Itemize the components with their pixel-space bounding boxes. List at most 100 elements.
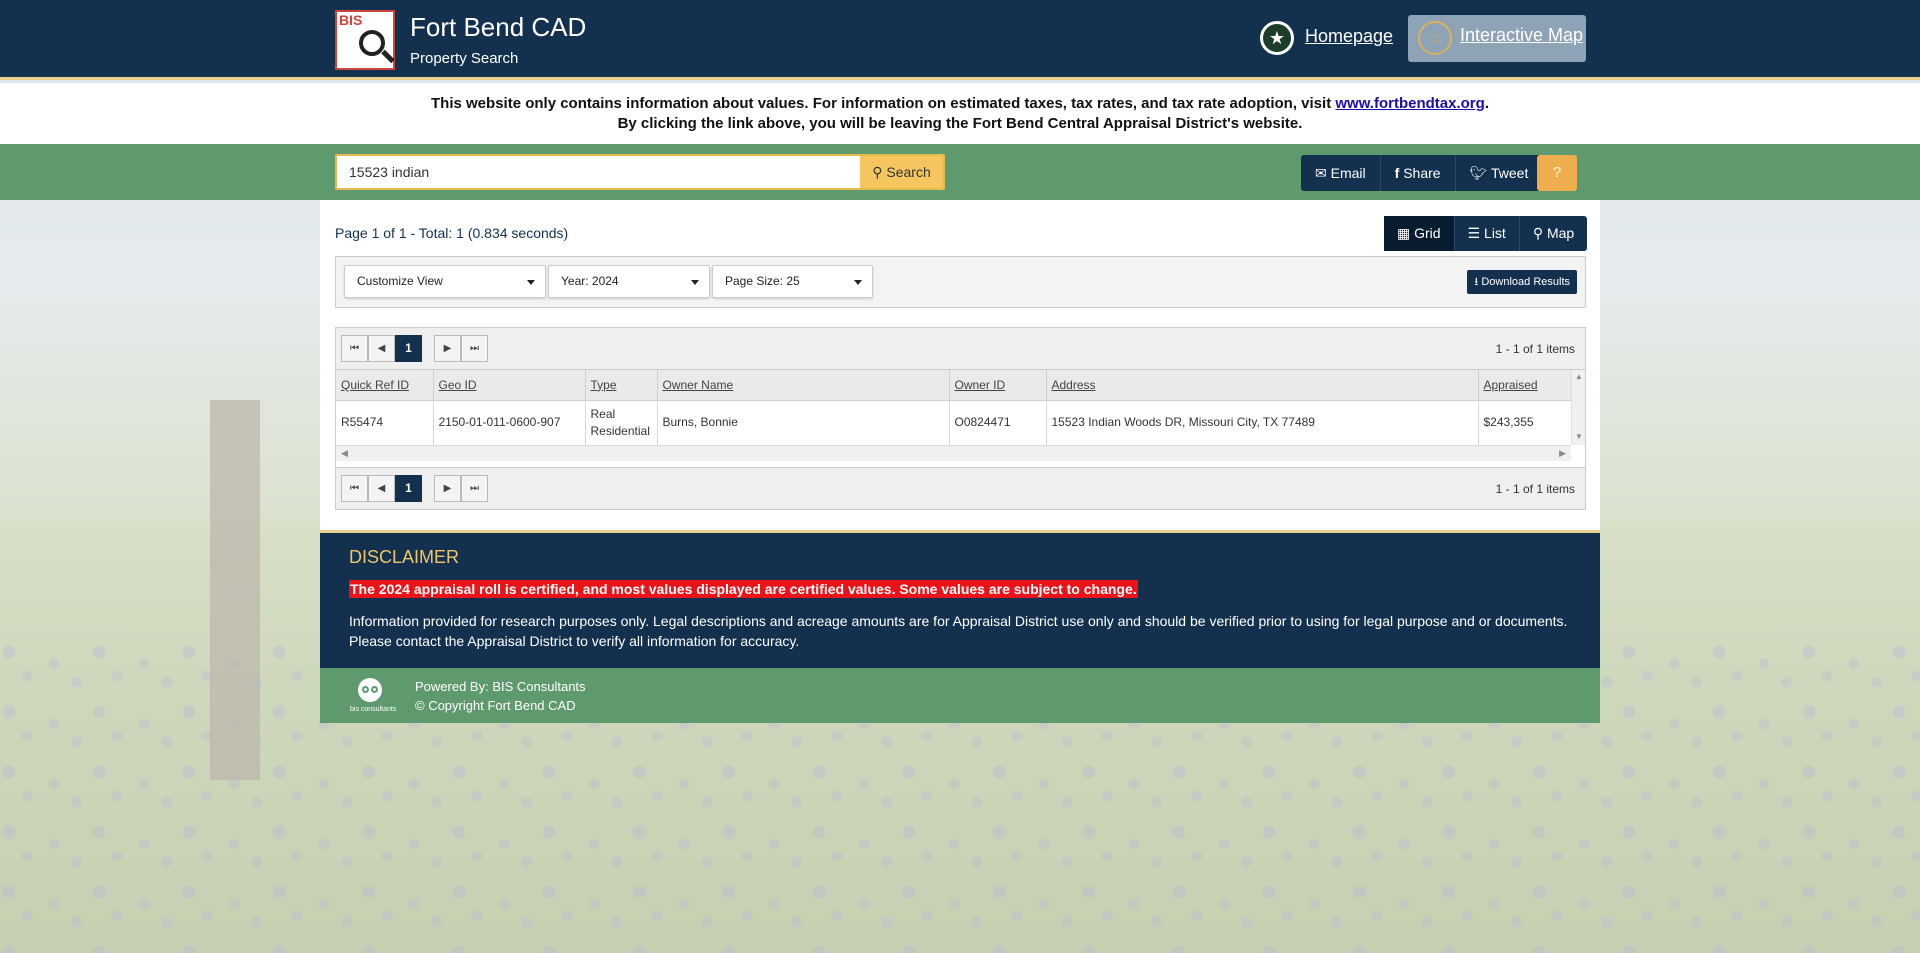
cell-type-line1: Real xyxy=(590,406,616,421)
customize-view-label: Customize View xyxy=(357,274,443,288)
customize-view-dropdown[interactable]: Customize View xyxy=(344,265,546,298)
scroll-left-icon[interactable]: ◀ xyxy=(341,448,348,459)
results-table: Quick Ref ID Geo ID Type Owner Name Owne… xyxy=(336,370,1573,445)
first-page-icon[interactable]: ⏮ xyxy=(341,475,368,502)
col-type[interactable]: Type xyxy=(585,370,658,401)
search-button[interactable]: ⚲ Search xyxy=(860,154,945,190)
col-address[interactable]: Address xyxy=(1046,370,1479,401)
results-panel: Page 1 of 1 - Total: 1 (0.834 seconds) ▦… xyxy=(320,200,1600,530)
pager-items-info: 1 - 1 of 1 items xyxy=(1495,482,1575,496)
caret-down-icon xyxy=(691,280,699,285)
cell-owner-id: O0824471 xyxy=(949,400,1047,445)
pager-bottom: ⏮ ◀ 1 ▶ ⏭ 1 - 1 of 1 items xyxy=(336,467,1585,509)
site-footer: bis consultants Powered By: BIS Consulta… xyxy=(320,668,1600,723)
vertical-scrollbar[interactable]: ▲ ▼ xyxy=(1571,370,1585,445)
tax-notice: This website only contains information a… xyxy=(0,83,1920,144)
last-page-icon[interactable]: ⏭ xyxy=(461,475,488,502)
map-view-button[interactable]: ⚲ Map xyxy=(1520,216,1587,251)
col-owner-name[interactable]: Owner Name xyxy=(657,370,950,401)
share-label: Share xyxy=(1403,165,1441,181)
cell-appraised: $243,355 xyxy=(1478,400,1573,445)
list-view-button[interactable]: ☰ List xyxy=(1455,216,1520,251)
grid-icon: ▦ xyxy=(1397,225,1411,241)
last-page-icon[interactable]: ⏭ xyxy=(461,335,488,362)
cell-address: 15523 Indian Woods DR, Missouri City, TX… xyxy=(1046,400,1479,445)
bis-consultants-logo[interactable]: bis consultants xyxy=(350,676,396,716)
year-label: Year: 2024 xyxy=(561,274,619,288)
col-quick-ref-id[interactable]: Quick Ref ID xyxy=(336,370,434,401)
fortbendtax-link[interactable]: www.fortbendtax.org xyxy=(1335,95,1484,112)
owl-eye-left xyxy=(362,686,369,693)
search-bar: ⚲ Search ✉ Email f Share 🐦︎ Tweet ? xyxy=(0,144,1920,200)
notice-text: This website only contains information a… xyxy=(431,95,1336,112)
col-geo-id[interactable]: Geo ID xyxy=(433,370,586,401)
next-page-icon[interactable]: ▶ xyxy=(434,475,461,502)
interactive-map-button[interactable]: ⌂ Interactive Map xyxy=(1408,15,1586,62)
download-icon: ⭳ xyxy=(1474,276,1479,288)
cell-type: Real Residential xyxy=(585,400,658,445)
table-header-row: Quick Ref ID Geo ID Type Owner Name Owne… xyxy=(336,370,1573,401)
prev-page-icon[interactable]: ◀ xyxy=(368,475,395,502)
site-title: Fort Bend CAD xyxy=(410,12,587,42)
notice-line-2: By clicking the link above, you will be … xyxy=(617,115,1303,132)
results-table-area: Quick Ref ID Geo ID Type Owner Name Owne… xyxy=(336,370,1585,467)
search-button-label: Search xyxy=(886,164,931,180)
disclaimer-section: DISCLAIMER The 2024 appraisal roll is ce… xyxy=(320,530,1600,668)
star-seal-icon[interactable]: ★ xyxy=(1260,21,1294,55)
map-seal-icon: ⌂ xyxy=(1418,21,1452,55)
prev-page-icon[interactable]: ◀ xyxy=(368,335,395,362)
next-page-icon[interactable]: ▶ xyxy=(434,335,461,362)
col-appraised[interactable]: Appraised xyxy=(1478,370,1573,401)
cell-owner-name: Burns, Bonnie xyxy=(657,400,950,445)
page-size-label: Page Size: 25 xyxy=(725,274,800,288)
table-row[interactable]: R55474 2150-01-011-0600-907 Real Resident… xyxy=(336,400,1573,445)
disclaimer-title: DISCLAIMER xyxy=(349,547,460,567)
twitter-icon: 🐦︎ xyxy=(1469,165,1488,181)
page-1-button[interactable]: 1 xyxy=(395,335,422,362)
copyright: © Copyright Fort Bend CAD xyxy=(415,698,576,713)
envelope-icon: ✉ xyxy=(1315,165,1327,181)
page-1-button[interactable]: 1 xyxy=(395,475,422,502)
download-results-button[interactable]: ⭳ Download Results xyxy=(1467,270,1577,294)
email-button[interactable]: ✉ Email xyxy=(1301,155,1381,191)
email-label: Email xyxy=(1330,165,1366,181)
map-label: Map xyxy=(1546,225,1575,241)
caret-down-icon xyxy=(527,280,535,285)
pager-top: ⏮ ◀ 1 ▶ ⏭ 1 - 1 of 1 items xyxy=(336,328,1585,370)
powered-by: Powered By: BIS Consultants xyxy=(415,679,586,694)
help-button[interactable]: ? xyxy=(1537,155,1577,191)
first-page-icon[interactable]: ⏮ xyxy=(341,335,368,362)
scroll-down-icon[interactable]: ▼ xyxy=(1575,432,1583,441)
results-toolbar: Customize View Year: 2024 Page Size: 25 … xyxy=(335,256,1586,308)
list-label: List xyxy=(1484,225,1506,241)
search-icon: ⚲ xyxy=(872,164,883,180)
map-marker-icon: ⚲ xyxy=(1532,225,1544,241)
disclaimer-text: Information provided for research purpos… xyxy=(349,613,1568,649)
scroll-right-icon[interactable]: ▶ xyxy=(1559,448,1566,459)
search-input[interactable] xyxy=(335,154,862,190)
owl-eye-right xyxy=(371,686,378,693)
grid-view-button[interactable]: ▦ Grid xyxy=(1384,216,1455,251)
question-icon: ? xyxy=(1552,164,1562,181)
year-dropdown[interactable]: Year: 2024 xyxy=(548,265,710,298)
share-button-group: ✉ Email f Share 🐦︎ Tweet xyxy=(1301,155,1543,191)
disclaimer-highlight: The 2024 appraisal roll is certified, an… xyxy=(349,580,1138,598)
cell-geo-id: 2150-01-011-0600-907 xyxy=(433,400,586,445)
grid-label: Grid xyxy=(1414,225,1441,241)
cell-quick-ref-id[interactable]: R55474 xyxy=(336,400,434,445)
homepage-link[interactable]: Homepage xyxy=(1305,26,1393,47)
interactive-map-link[interactable]: Interactive Map xyxy=(1460,25,1583,46)
page-info: Page 1 of 1 - Total: 1 (0.834 seconds) xyxy=(335,225,569,241)
site-logo[interactable]: BIS xyxy=(335,10,395,70)
scroll-up-icon[interactable]: ▲ xyxy=(1575,372,1583,381)
logo-text: BIS xyxy=(339,12,363,28)
horizontal-scrollbar[interactable]: ◀ ▶ xyxy=(336,445,1571,461)
tweet-label: Tweet xyxy=(1490,165,1529,181)
col-owner-id[interactable]: Owner ID xyxy=(949,370,1047,401)
notice-line-1: This website only contains information a… xyxy=(0,94,1920,114)
page-size-dropdown[interactable]: Page Size: 25 xyxy=(712,265,873,298)
download-label: Download Results xyxy=(1481,276,1570,288)
tweet-button[interactable]: 🐦︎ Tweet xyxy=(1456,155,1543,191)
site-header: BIS Fort Bend CAD Property Search ★ Home… xyxy=(0,0,1920,80)
share-button[interactable]: f Share xyxy=(1381,155,1456,191)
